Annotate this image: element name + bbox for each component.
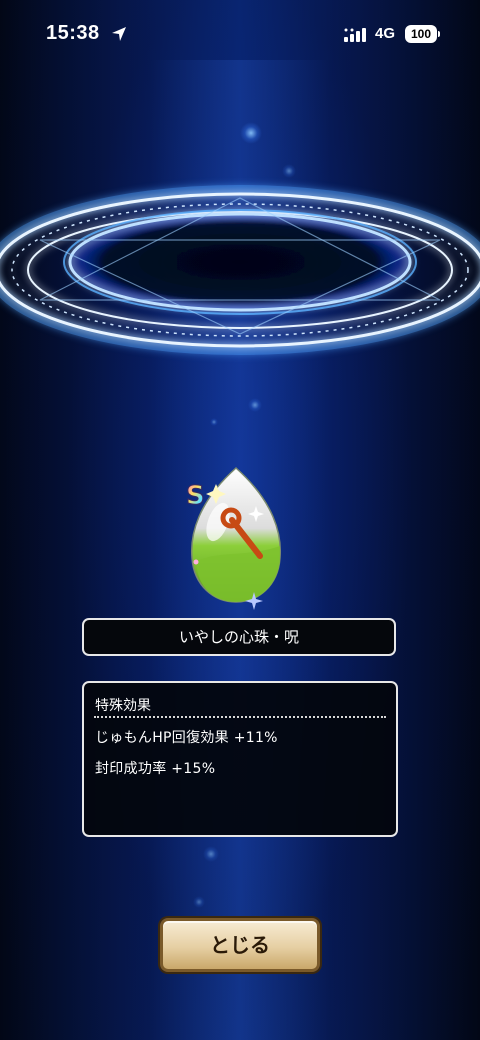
item-name-box: いやしの心珠・呪: [82, 618, 396, 656]
sparkle: [193, 896, 205, 908]
item-name: いやしの心珠・呪: [178, 628, 299, 646]
effect-line: 封印成功率 +15%: [95, 761, 216, 777]
effect-line: じゅもんHP回復効果 +11%: [95, 730, 278, 746]
special-effects-panel: 特殊効果 じゅもんHP回復効果 +11% 封印成功率 +15%: [82, 681, 398, 837]
sparkle: [203, 846, 219, 862]
battery-icon: 100: [405, 25, 437, 43]
sparkle: [210, 418, 218, 426]
close-button[interactable]: とじる: [160, 918, 320, 972]
network-type: 4G: [375, 25, 396, 42]
heart-orb-icon: S: [186, 466, 282, 610]
status-time: 15:38: [46, 22, 100, 44]
magic-circle: [0, 185, 480, 355]
effects-title: 特殊効果: [95, 698, 151, 714]
location-arrow-icon: [112, 27, 126, 41]
rank-badge-text: S: [186, 481, 205, 511]
battery-tip: [438, 31, 440, 37]
sparkle: [282, 164, 296, 178]
status-bar: 15:38 4G 100: [0, 0, 480, 70]
close-button-label: とじる: [210, 933, 270, 957]
sparkle: [248, 398, 262, 412]
divider: [94, 716, 386, 718]
signal-icon: [344, 28, 366, 42]
sparkle: [240, 122, 262, 144]
